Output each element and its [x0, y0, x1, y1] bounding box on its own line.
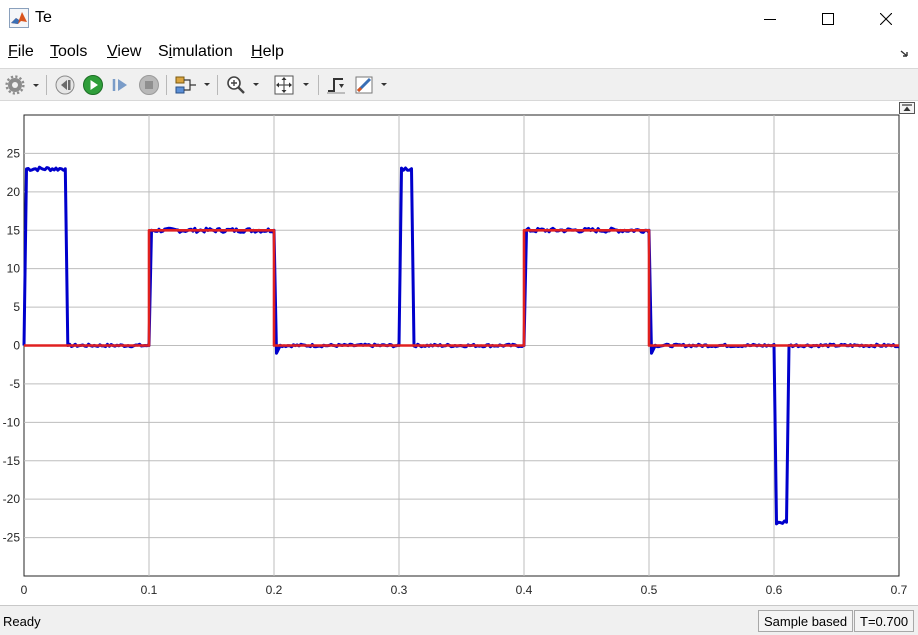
menu-tools-rest: ools: [58, 43, 88, 60]
menu-tools[interactable]: Tools: [50, 43, 87, 61]
y-tick-label: 5: [13, 300, 20, 314]
maximize-icon: [822, 13, 834, 25]
autoscale-button[interactable]: [272, 73, 314, 97]
x-tick-label: 0.5: [641, 583, 658, 597]
status-bar: Ready Sample based T=0.700: [0, 605, 918, 635]
status-ready-text: Ready: [3, 614, 41, 629]
chevron-down-icon: [381, 83, 387, 86]
undock-arrow-icon[interactable]: [900, 48, 910, 58]
x-tick-label: 0.2: [266, 583, 283, 597]
menu-bar: File Tools View Simulation Help: [0, 40, 918, 66]
y-tick-label: 15: [7, 223, 21, 237]
toolbar-separator: [46, 75, 47, 95]
y-tick-label: 0: [13, 339, 20, 353]
scope-plot-area: 0 0.1 0.2 0.3 0.4 0.5 0.6 0.7 25 20 15 10 5 0 -5 -10 -1…: [0, 102, 918, 604]
chevron-down-icon: [33, 84, 39, 87]
step-forward-icon: [112, 79, 127, 91]
run-button[interactable]: [81, 73, 105, 97]
y-tick-labels: 25 20 15 10 5 0 -5 -10 -15 -20 -25: [3, 146, 21, 544]
x-tick-label: 0.1: [141, 583, 158, 597]
matlab-logo-icon: [9, 8, 29, 28]
menu-help[interactable]: Help: [251, 43, 284, 61]
maximize-button[interactable]: [798, 0, 858, 38]
zoom-button[interactable]: [224, 73, 264, 97]
close-button[interactable]: [856, 0, 916, 38]
toolbar-separator: [217, 75, 218, 95]
y-tick-label: -15: [3, 454, 21, 468]
close-icon: [880, 13, 892, 25]
menu-simulation-s: S: [158, 43, 169, 60]
triggers-icon: [327, 78, 345, 94]
chevron-down-icon: [253, 83, 259, 86]
x-tick-label: 0.6: [766, 583, 783, 597]
triggers-button[interactable]: [324, 73, 348, 97]
x-tick-labels: 0 0.1 0.2 0.3 0.4 0.5 0.6 0.7: [21, 583, 908, 597]
x-tick-label: 0: [21, 583, 28, 597]
menu-file-rest: ile: [17, 43, 34, 60]
toolbar: [0, 68, 918, 101]
menu-view-rest: iew: [117, 43, 142, 60]
step-forward-button[interactable]: [109, 73, 133, 97]
stop-icon: [139, 75, 159, 95]
menu-simulation-rest: mulation: [172, 43, 233, 60]
simulation-time-indicator: T=0.700: [854, 610, 915, 632]
y-tick-label: -5: [9, 377, 20, 391]
chevron-down-icon: [303, 83, 309, 86]
menu-simulation[interactable]: Simulation: [158, 43, 233, 61]
step-back-button[interactable]: [53, 73, 77, 97]
autoscale-icon: [274, 75, 309, 95]
y-tick-label: 25: [7, 146, 21, 160]
zoom-in-icon: [227, 76, 259, 94]
scope-axes[interactable]: 0 0.1 0.2 0.3 0.4 0.5 0.6 0.7 25 20 15 10 5 0 -5 -10 -1…: [0, 102, 918, 604]
restore-legend-icon[interactable]: [899, 102, 915, 114]
x-tick-label: 0.3: [391, 583, 408, 597]
y-tick-label: 10: [7, 262, 21, 276]
sample-mode-indicator: Sample based: [758, 610, 854, 632]
y-tick-label: 20: [7, 185, 21, 199]
minimize-icon: [764, 19, 776, 20]
y-tick-label: -25: [3, 531, 21, 545]
x-tick-label: 0.7: [891, 583, 908, 597]
toolbar-separator: [166, 75, 167, 95]
settings-gear-icon: [5, 75, 39, 95]
settings-button[interactable]: [4, 73, 42, 97]
menu-help-rest: elp: [262, 43, 284, 60]
cursor-measurements-button[interactable]: [352, 73, 392, 97]
cursor-measurements-icon: [355, 76, 387, 94]
x-tick-label: 0.4: [516, 583, 533, 597]
y-tick-label: -10: [3, 415, 21, 429]
menu-view[interactable]: View: [107, 43, 141, 61]
toolbar-separator: [318, 75, 319, 95]
signal-selector-button[interactable]: [173, 73, 213, 97]
signal-selector-icon: [175, 76, 210, 94]
window-title: Te: [35, 9, 52, 26]
step-back-icon: [55, 75, 75, 95]
y-tick-label: -20: [3, 492, 21, 506]
chevron-down-icon: [204, 83, 210, 86]
title-bar: Te: [0, 0, 918, 38]
menu-file[interactable]: File: [8, 43, 34, 61]
run-icon: [83, 75, 103, 95]
minimize-button[interactable]: [740, 0, 800, 38]
stop-button[interactable]: [137, 73, 161, 97]
